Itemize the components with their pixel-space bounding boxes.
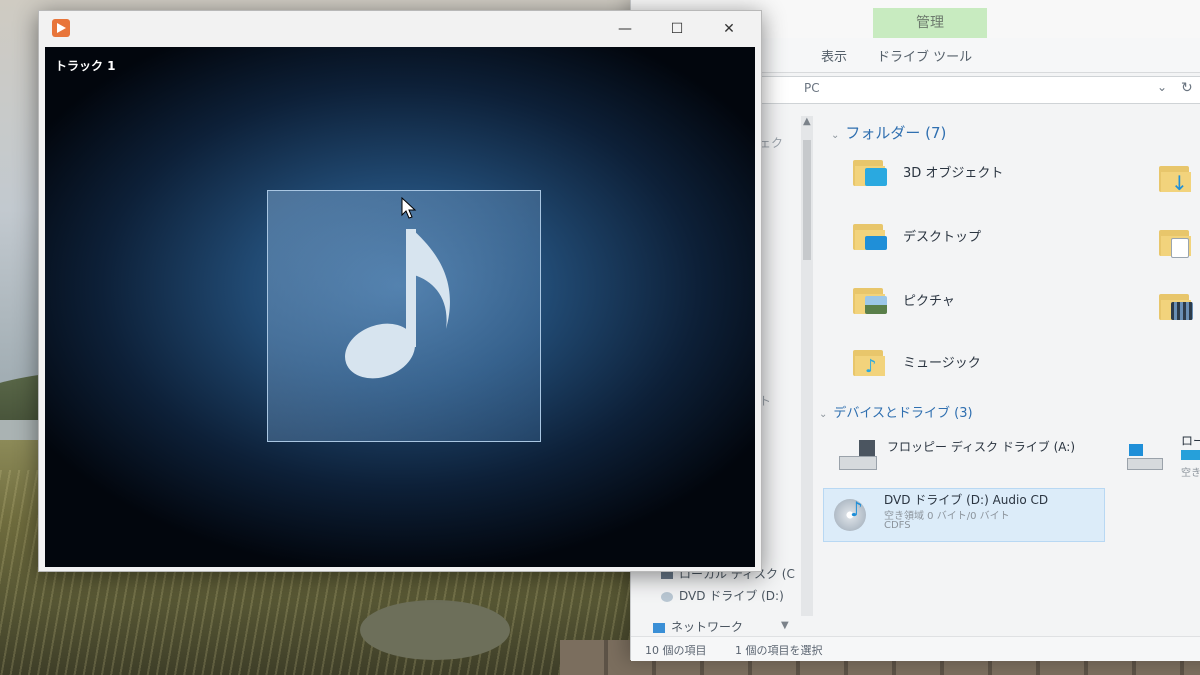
nav-item-dvd-drive[interactable]: DVD ドライブ (D:) bbox=[661, 587, 784, 604]
chevron-down-icon: ⌄ bbox=[831, 130, 840, 141]
nav-item-fragment[interactable]: ェク bbox=[759, 134, 783, 151]
device-item-local-disk[interactable]: ロー 空き bbox=[1113, 428, 1200, 480]
floppy-drive-icon bbox=[835, 438, 877, 470]
media-player-window: — ☐ ✕ トラック 1 bbox=[38, 10, 762, 572]
windows-drive-icon bbox=[1121, 438, 1163, 470]
group-header-label: フォルダー (7) bbox=[845, 124, 947, 142]
address-bar[interactable]: PC bbox=[751, 76, 1200, 104]
group-header-folders[interactable]: ⌄ フォルダー (7) bbox=[831, 122, 946, 143]
nav-item-label: ネットワーク bbox=[671, 620, 744, 634]
folder-label: ミュージック bbox=[903, 356, 981, 371]
tab-drive-tools[interactable]: ドライブ ツール bbox=[877, 46, 972, 65]
refresh-icon[interactable]: ↻ bbox=[1181, 80, 1193, 96]
nav-item-network[interactable]: ネットワーク bbox=[653, 618, 743, 635]
address-history-chevron-icon[interactable]: ⌄ bbox=[1157, 80, 1167, 94]
audio-cd-icon: ♪ bbox=[832, 499, 872, 531]
scroll-up-arrow-icon[interactable]: ▲ bbox=[803, 116, 811, 127]
group-header-label: デバイスとドライブ (3) bbox=[833, 406, 973, 421]
scroll-down-arrow-icon[interactable]: ▼ bbox=[781, 620, 789, 631]
desktop-folder-icon bbox=[853, 220, 889, 250]
pictures-folder-icon bbox=[853, 284, 889, 314]
device-item-dvd-drive[interactable]: ♪ DVD ドライブ (D:) Audio CD 空き領域 0 バイト/0 バイ… bbox=[823, 488, 1105, 542]
folder-label: 3D オブジェクト bbox=[903, 166, 1004, 181]
tab-view[interactable]: 表示 bbox=[821, 46, 847, 65]
status-selection: 1 個の項目を選択 bbox=[735, 644, 823, 657]
folder-label: デスクトップ bbox=[903, 230, 982, 245]
track-title: トラック 1 bbox=[55, 59, 116, 73]
device-name: フロッピー ディスク ドライブ (A:) bbox=[887, 440, 1076, 454]
music-note-icon bbox=[345, 229, 450, 379]
device-item-floppy[interactable]: フロッピー ディスク ドライブ (A:) bbox=[827, 428, 1107, 480]
close-button[interactable]: ✕ bbox=[707, 15, 751, 43]
device-usage-bar bbox=[1181, 450, 1200, 460]
player-titlebar[interactable]: — ☐ ✕ bbox=[39, 11, 761, 47]
downloads-folder-icon: ↓ bbox=[1159, 162, 1195, 193]
nav-item-label: DVD ドライブ (D:) bbox=[679, 589, 784, 603]
media-player-app-icon bbox=[52, 19, 70, 37]
music-folder-icon: ♪ bbox=[853, 346, 889, 376]
group-header-devices[interactable]: ⌄ デバイスとドライブ (3) bbox=[819, 402, 973, 421]
device-name: DVD ドライブ (D:) Audio CD bbox=[884, 493, 1049, 507]
status-item-count: 10 個の項目 bbox=[645, 644, 707, 657]
3d-objects-folder-icon bbox=[853, 156, 889, 186]
device-filesystem: CDFS bbox=[884, 520, 911, 531]
wallpaper-rock bbox=[360, 600, 510, 660]
chevron-down-icon: ⌄ bbox=[819, 409, 828, 420]
folder-label: ピクチャ bbox=[903, 294, 955, 309]
maximize-button[interactable]: ☐ bbox=[655, 15, 699, 43]
device-name: ロー bbox=[1181, 434, 1200, 448]
videos-folder-icon bbox=[1159, 290, 1195, 320]
now-playing-area[interactable]: トラック 1 bbox=[45, 47, 755, 567]
disc-icon bbox=[661, 591, 673, 602]
nav-scrollbar-thumb[interactable] bbox=[803, 140, 811, 260]
address-path: PC bbox=[804, 81, 820, 95]
network-icon bbox=[653, 622, 665, 633]
mouse-pointer-icon bbox=[401, 197, 417, 219]
minimize-button[interactable]: — bbox=[603, 15, 647, 43]
album-art-placeholder bbox=[267, 190, 541, 442]
status-bar: 10 個の項目 1 個の項目を選択 bbox=[631, 636, 1200, 661]
tab-manage[interactable]: 管理 bbox=[873, 8, 987, 38]
documents-folder-icon bbox=[1159, 226, 1195, 258]
device-space: 空き bbox=[1181, 468, 1200, 479]
